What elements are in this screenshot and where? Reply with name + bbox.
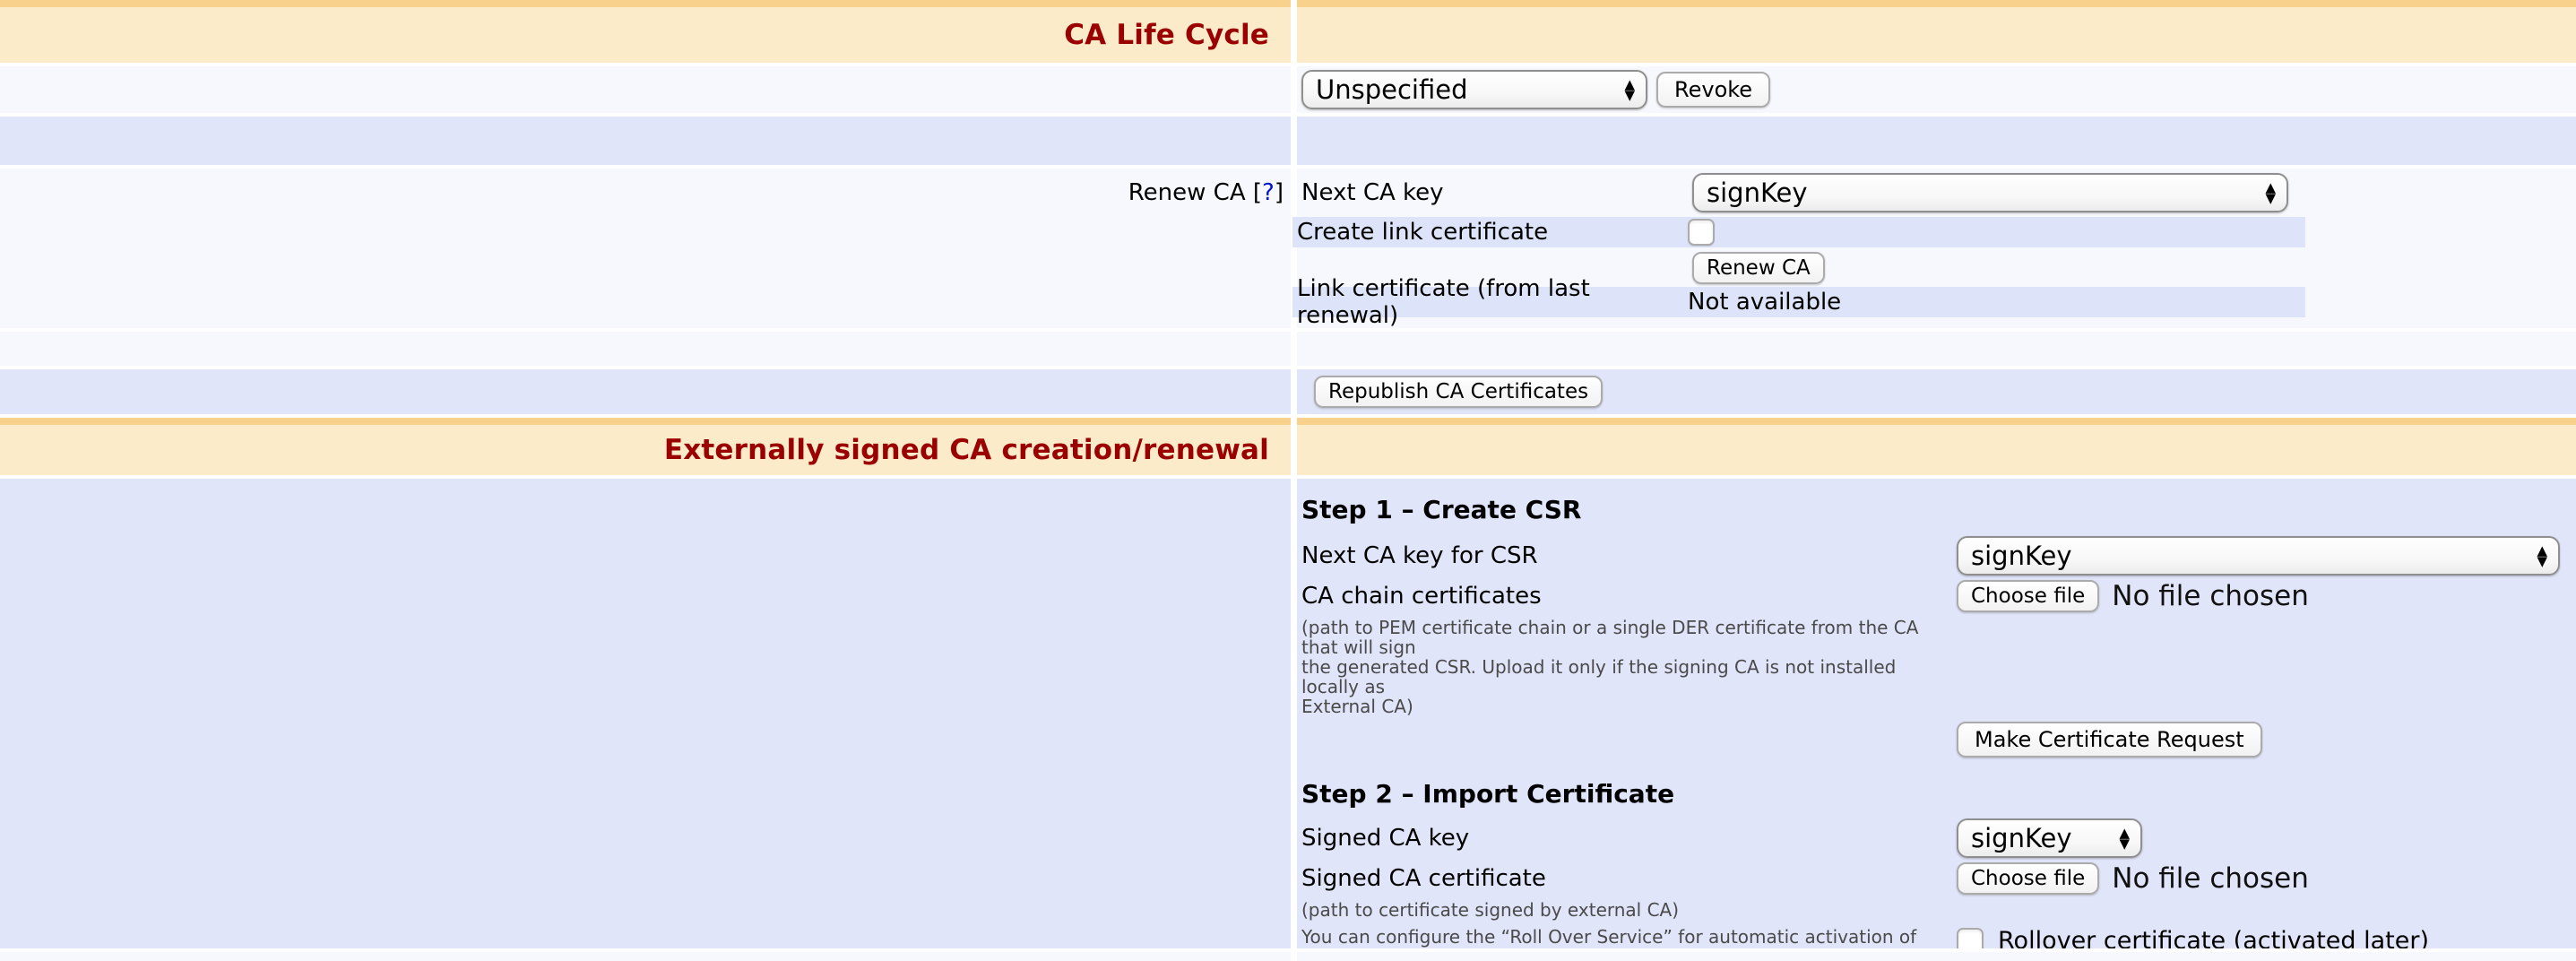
make-certificate-request-button[interactable]: Make Certificate Request [1957,722,2262,758]
spacer-left [0,332,1291,366]
renew-ca-label-cell: Renew CA [?] [0,169,1291,328]
step1-next-key-row: Next CA key for CSR signKey ▲▼ [1301,535,2576,576]
step1-heading: Step 1 – Create CSR [1301,495,2576,524]
renew-ca-label-text: Renew CA [1128,179,1246,206]
ca-chain-file-input: Choose file No file chosen [1957,580,2309,612]
externally-signed-left-spacer [0,479,1291,948]
revoke-row-left-spacer [0,66,1291,113]
section-header-left: CA Life Cycle [0,0,1291,63]
ca-chain-certificates-row: CA chain certificates Choose file No fil… [1301,578,2576,614]
renew-ca-row: Renew CA [?] Next CA key signKey ▲▼ Crea… [0,169,2576,328]
republish-row: Republish CA Certificates [0,369,2576,414]
ca-chain-hint: (path to PEM certificate chain or a sing… [1301,618,1938,716]
spacer-left [0,117,1291,165]
step2-heading: Step 2 – Import Certificate [1301,779,2576,809]
externally-signed-header-row: Externally signed CA creation/renewal [0,418,2576,475]
signed-ca-certificate-file-input: Choose file No file chosen [1957,862,2309,895]
signed-ca-key-select[interactable]: signKey ▲▼ [1957,818,2142,858]
section-header-right-spacer [1297,418,2576,475]
republish-ca-certificates-button[interactable]: Republish CA Certificates [1314,376,1603,408]
section-title-ca-life-cycle: CA Life Cycle [1064,19,1291,51]
next-ca-key-label: Next CA key [1301,179,1692,206]
create-link-certificate-label: Create link certificate [1297,219,1688,246]
help-link[interactable]: ? [1262,179,1275,206]
ca-chain-certificates-label: CA chain certificates [1301,583,1957,610]
republish-left-spacer [0,369,1291,414]
signed-ca-key-row: Signed CA key signKey ▲▼ [1301,818,2576,859]
select-arrows-icon: ▲▼ [2106,827,2130,849]
rollover-hint: You can configure the “Roll Over Service… [1301,927,1957,948]
choose-file-button[interactable]: Choose file [1957,580,2099,612]
link-certificate-row: Link certificate (from last renewal) Not… [1292,287,2305,317]
select-arrows-icon: ▲▼ [2524,545,2547,567]
signed-ca-certificate-row: Signed CA certificate Choose file No fil… [1301,861,2576,896]
link-certificate-label: Link certificate (from last renewal) [1297,275,1688,329]
no-file-chosen-text: No file chosen [2112,862,2309,895]
section-title-externally-signed: Externally signed CA creation/renewal [664,434,1291,466]
choose-file-button[interactable]: Choose file [1957,862,2099,895]
externally-signed-body-row: Step 1 – Create CSR Next CA key for CSR … [0,479,2576,948]
next-ca-key-for-csr-value: signKey [1971,541,2072,571]
section-header-left: Externally signed CA creation/renewal [0,418,1291,475]
signed-ca-key-label: Signed CA key [1301,825,1957,852]
next-ca-key-for-csr-label: Next CA key for CSR [1301,542,1957,569]
renew-ca-button[interactable]: Renew CA [1692,252,1825,284]
revoke-row: Unspecified ▲▼ Revoke [0,66,2576,113]
rollover-certificate-checkbox[interactable] [1957,928,1984,949]
signed-ca-certificate-hint: (path to certificate signed by external … [1301,900,1938,920]
next-ca-key-row: Next CA key signKey ▲▼ [1297,170,2576,215]
next-ca-key-value: signKey [1707,177,1808,208]
spacer-right [1297,332,2576,366]
create-link-certificate-checkbox[interactable] [1688,219,1715,246]
revoke-button[interactable]: Revoke [1656,72,1770,108]
create-link-certificate-row: Create link certificate [1292,217,2305,247]
renew-ca-row-label: Renew CA [?] [0,169,1291,206]
link-certificate-value: Not available [1688,289,1841,316]
rollover-row: You can configure the “Roll Over Service… [1301,927,2576,948]
signed-ca-certificate-label: Signed CA certificate [1301,865,1957,892]
no-file-chosen-text: No file chosen [2112,580,2309,612]
next-ca-key-select[interactable]: signKey ▲▼ [1692,173,2288,212]
select-arrows-icon: ▲▼ [1612,79,1635,100]
spacer-right [1297,117,2576,165]
spacer-row [0,332,2576,366]
help-bracket-close: ] [1275,179,1284,206]
ca-life-cycle-header-row: CA Life Cycle [0,0,2576,63]
next-ca-key-for-csr-select[interactable]: signKey ▲▼ [1957,536,2560,576]
bottom-left [0,952,1291,961]
section-header-right-spacer [1297,0,2576,63]
revocation-reason-select[interactable]: Unspecified ▲▼ [1301,70,1647,109]
rollover-certificate-label: Rollover certificate (activated later) [1998,927,2429,948]
revocation-reason-value: Unspecified [1316,74,1467,105]
bottom-row [0,952,2576,961]
help-bracket-open: [ [1253,179,1262,206]
rollover-control: Rollover certificate (activated later) [1957,927,2429,948]
select-arrows-icon: ▲▼ [2252,182,2276,203]
make-request-button-row: Make Certificate Request [1301,722,2576,758]
spacer-row [0,117,2576,165]
bottom-right [1297,952,2576,961]
signed-ca-key-value: signKey [1971,823,2072,853]
